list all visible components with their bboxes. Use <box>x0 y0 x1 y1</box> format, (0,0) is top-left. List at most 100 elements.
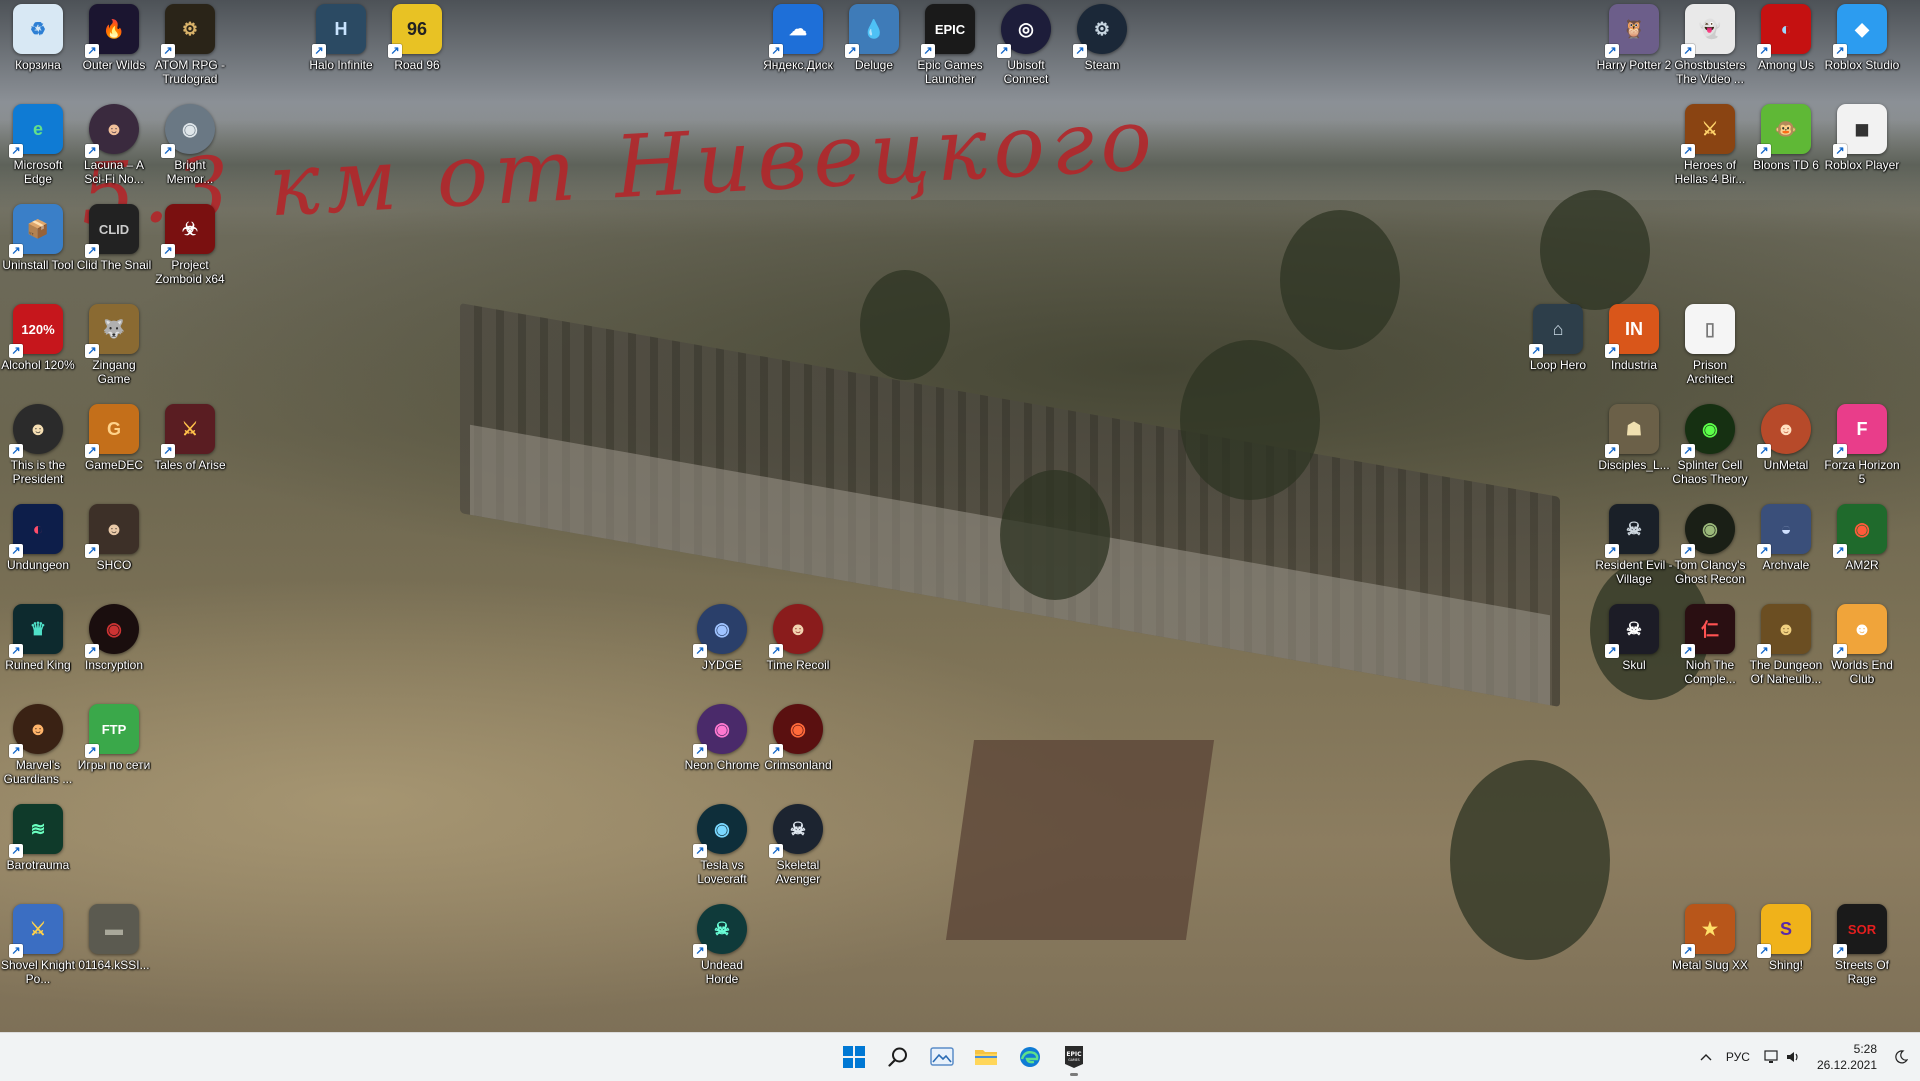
desktop-icon-label: Streets Of Rage <box>1834 958 1890 986</box>
notifications-button[interactable] <box>1894 1050 1908 1064</box>
app-icon: ☣ ↗ <box>161 204 215 258</box>
desktop-icon-roblox-studio[interactable]: ◆ ↗ Roblox Studio <box>1824 4 1900 72</box>
svg-text:GAMES: GAMES <box>1068 1058 1079 1062</box>
desktop-icon-bloons-td-6[interactable]: 🐵 ↗ Bloons TD 6 <box>1748 104 1824 172</box>
desktop-icon-metal-slug-xx[interactable]: ★ ↗ Metal Slug XX <box>1672 904 1748 972</box>
desktop-icon-clid-the-snail[interactable]: CLID ↗ Clid The Snail <box>76 204 152 272</box>
show-hidden-icons-button[interactable] <box>1700 1053 1712 1061</box>
desktop-icon-игры-по-сети[interactable]: FTP ↗ Игры по сети <box>76 704 152 772</box>
desktop-icon-outer-wilds[interactable]: 🔥 ↗ Outer Wilds <box>76 4 152 72</box>
desktop-icon-harry-potter-2[interactable]: 🦉 ↗ Harry Potter 2 <box>1596 4 1672 72</box>
desktop-icon-streets-of-rage[interactable]: SOR ↗ Streets Of Rage <box>1824 904 1900 986</box>
clock[interactable]: 5:28 26.12.2021 <box>1817 1041 1877 1073</box>
shortcut-arrow-icon: ↗ <box>9 344 23 358</box>
shortcut-arrow-icon: ↗ <box>1757 944 1771 958</box>
desktop-icon-microsoft-edge[interactable]: e ↗ Microsoft Edge <box>0 104 76 186</box>
desktop-icon-roblox-player[interactable]: ◼ ↗ Roblox Player <box>1824 104 1900 172</box>
app-icon: e ↗ <box>9 104 63 158</box>
shortcut-arrow-icon: ↗ <box>1681 544 1695 558</box>
desktop-icon-shovel-knight-po[interactable]: ⚔ ↗ Shovel Knight Po... <box>0 904 76 986</box>
desktop-icon-neon-chrome[interactable]: ◉ ↗ Neon Chrome <box>684 704 760 772</box>
desktop-icon-nioh-the-comple[interactable]: 仁 ↗ Nioh The Comple... <box>1672 604 1748 686</box>
desktop-icon-undungeon[interactable]: ◐ ↗ Undungeon <box>0 504 76 572</box>
desktop-icon-barotrauma[interactable]: ≋ ↗ Barotrauma <box>0 804 76 872</box>
app-icon: ◉ ↗ <box>161 104 215 158</box>
desktop-icon-inscryption[interactable]: ◉ ↗ Inscryption <box>76 604 152 672</box>
shortcut-arrow-icon: ↗ <box>85 144 99 158</box>
desktop-icon-label: Among Us <box>1757 58 1815 72</box>
app-icon: H ↗ <box>312 4 366 58</box>
photos-button[interactable] <box>922 1037 962 1077</box>
desktop-icon-among-us[interactable]: ◐ ↗ Among Us <box>1748 4 1824 72</box>
desktop-icon-label: Корзина <box>15 58 61 72</box>
desktop-icon-deluge[interactable]: 💧 ↗ Deluge <box>836 4 912 72</box>
app-icon: ☻ ↗ <box>9 404 63 458</box>
epic-games-button[interactable]: EPIC GAMES <box>1054 1037 1094 1077</box>
desktop-icon-skul[interactable]: ☠ ↗ Skul <box>1596 604 1672 672</box>
desktop-icon-label: Skeletal Avenger <box>775 858 821 886</box>
language-indicator[interactable]: РУС <box>1726 1050 1750 1064</box>
desktop-icon-01164-kssi[interactable]: ▬ 01164.kSSI... <box>76 904 152 972</box>
desktop-icon-project-zomboid-x64[interactable]: ☣ ↗ Project Zomboid x64 <box>152 204 228 286</box>
desktop-icon-time-recoil[interactable]: ☻ ↗ Time Recoil <box>760 604 836 672</box>
desktop-icon-epic-games-launcher[interactable]: EPIC ↗ Epic Games Launcher <box>912 4 988 86</box>
desktop-icon-bright-memor[interactable]: ◉ ↗ Bright Memor... <box>152 104 228 186</box>
desktop-icon-halo-infinite[interactable]: H ↗ Halo Infinite <box>303 4 379 72</box>
desktop-icon-industria[interactable]: IN ↗ Industria <box>1596 304 1672 372</box>
file-explorer-button[interactable] <box>966 1037 1006 1077</box>
desktop-icon-archvale[interactable]: ◒ ↗ Archvale <box>1748 504 1824 572</box>
desktop-icon-am2r[interactable]: ◉ ↗ AM2R <box>1824 504 1900 572</box>
shortcut-arrow-icon: ↗ <box>693 744 707 758</box>
desktop-icon-shing[interactable]: S ↗ Shing! <box>1748 904 1824 972</box>
desktop-icon-prison-architect[interactable]: ▯ Prison Architect <box>1672 304 1748 386</box>
desktop-icon-label: Project Zomboid x64 <box>155 258 225 286</box>
shortcut-arrow-icon: ↗ <box>769 844 783 858</box>
desktop-icon-steam[interactable]: ⚙ ↗ Steam <box>1064 4 1140 72</box>
desktop-icon-atom-rpg-trudograd[interactable]: ⚙ ↗ ATOM RPG - Trudograd <box>152 4 228 86</box>
desktop-icon-корзина[interactable]: ♻ Корзина <box>0 4 76 72</box>
desktop-icon-zingang-game[interactable]: 🐺 ↗ Zingang Game <box>76 304 152 386</box>
desktop-icon-gamedec[interactable]: G ↗ GameDEC <box>76 404 152 472</box>
network-volume-group[interactable] <box>1764 1050 1802 1064</box>
desktop-icon-forza-horizon-5[interactable]: F ↗ Forza Horizon 5 <box>1824 404 1900 486</box>
desktop-icon-tesla-vs-lovecraft[interactable]: ◉ ↗ Tesla vs Lovecraft <box>684 804 760 886</box>
desktop-icon-disciples-l[interactable]: ☗ ↗ Disciples_L... <box>1596 404 1672 472</box>
app-icon: ☻ ↗ <box>9 704 63 758</box>
shortcut-arrow-icon: ↗ <box>9 544 23 558</box>
desktop-icon-shco[interactable]: ☻ ↗ SHCO <box>76 504 152 572</box>
desktop-icon-яндекс-диск[interactable]: ☁ ↗ Яндекс.Диск <box>760 4 836 72</box>
desktop-icon-alcohol-120[interactable]: 120% ↗ Alcohol 120% <box>0 304 76 372</box>
desktop-icon-heroes-of-hellas-4-bir[interactable]: ⚔ ↗ Heroes of Hellas 4 Bir... <box>1672 104 1748 186</box>
desktop-icon-this-is-the-president[interactable]: ☻ ↗ This is the President <box>0 404 76 486</box>
system-tray: РУС 5:28 26.12.2021 <box>1693 1033 1920 1081</box>
desktop-icon-resident-evil-village[interactable]: ☠ ↗ Resident Evil - Village <box>1595 504 1673 586</box>
desktop-icon-ghostbusters-the-video[interactable]: 👻 ↗ Ghostbusters The Video ... <box>1672 4 1748 86</box>
app-icon: ☠ ↗ <box>1605 504 1659 558</box>
desktop-icon-road-96[interactable]: 96 ↗ Road 96 <box>379 4 455 72</box>
app-icon: ◉ ↗ <box>769 704 823 758</box>
desktop-icon-label: Loop Hero <box>1529 358 1587 372</box>
desktop-icon-label: Metal Slug XX <box>1671 958 1749 972</box>
desktop-icon-jydge[interactable]: ◉ ↗ JYDGE <box>684 604 760 672</box>
desktop-icon-lacuna-a-sci-fi-no[interactable]: ☻ ↗ Lacuna – A Sci-Fi No... <box>76 104 152 186</box>
desktop-icon-splinter-cell-chaos-theory[interactable]: ◉ ↗ Splinter Cell Chaos Theory <box>1672 404 1748 486</box>
desktop-icon-label: Uninstall Tool <box>2 258 74 272</box>
desktop-icon-ruined-king[interactable]: ♛ ↗ Ruined King <box>0 604 76 672</box>
desktop-icon-uninstall-tool[interactable]: 📦 ↗ Uninstall Tool <box>0 204 76 272</box>
desktop-icon-worlds-end-club[interactable]: ☻ ↗ Worlds End Club <box>1824 604 1900 686</box>
desktop-icon-crimsonland[interactable]: ◉ ↗ Crimsonland <box>760 704 836 772</box>
desktop-icon-the-dungeon-of-naheulb[interactable]: ☻ ↗ The Dungeon Of Naheulb... <box>1748 604 1824 686</box>
desktop-icon-tales-of-arise[interactable]: ⚔ ↗ Tales of Arise <box>152 404 228 472</box>
desktop-icon-ubisoft-connect[interactable]: ◎ ↗ Ubisoft Connect <box>988 4 1064 86</box>
edge-button[interactable] <box>1010 1037 1050 1077</box>
desktop-icon-unmetal[interactable]: ☻ ↗ UnMetal <box>1748 404 1824 472</box>
desktop-icon-marvel-s-guardians[interactable]: ☻ ↗ Marvel's Guardians ... <box>0 704 76 786</box>
desktop-icon-skeletal-avenger[interactable]: ☠ ↗ Skeletal Avenger <box>760 804 836 886</box>
search-button[interactable] <box>878 1037 918 1077</box>
desktop-icon-loop-hero[interactable]: ⌂ ↗ Loop Hero <box>1520 304 1596 372</box>
desktop-icon-tom-clancy-s-ghost-recon[interactable]: ◉ ↗ Tom Clancy's Ghost Recon <box>1672 504 1748 586</box>
desktop-icon-undead-horde[interactable]: ☠ ↗ Undead Horde <box>684 904 760 986</box>
desktop[interactable]: 5.3 км от Нивецкого ♻ Корзина 🔥 ↗ Outer Wild… <box>0 0 1920 1032</box>
desktop-icon-label: Disciples_L... <box>1598 458 1670 472</box>
start-button[interactable] <box>834 1037 874 1077</box>
